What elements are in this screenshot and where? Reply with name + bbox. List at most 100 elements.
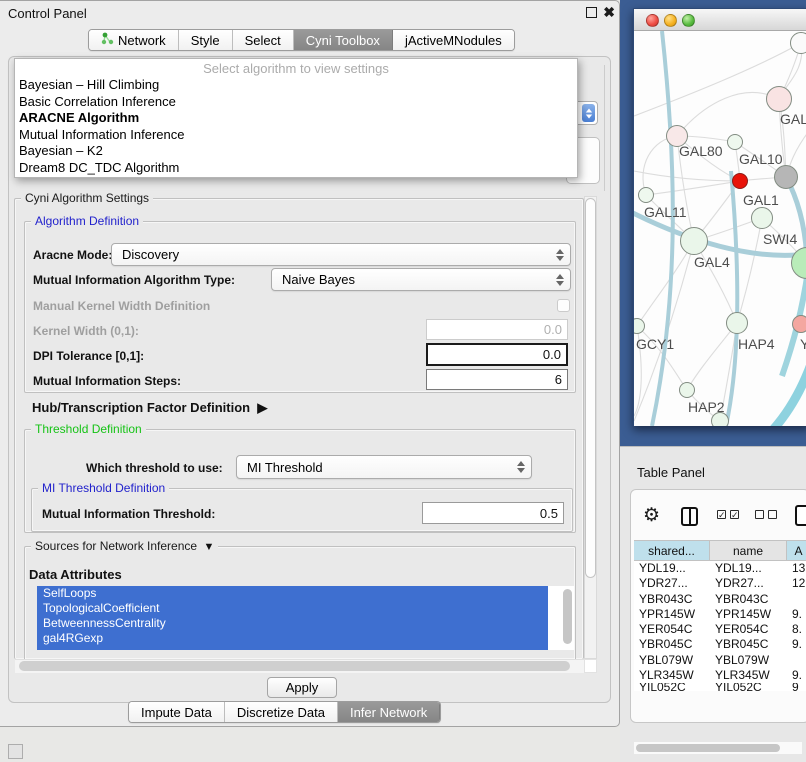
apply-button[interactable]: Apply xyxy=(267,677,337,698)
network-node-selected[interactable] xyxy=(732,173,748,189)
collapse-down-icon[interactable]: ▼ xyxy=(200,541,214,553)
network-node[interactable] xyxy=(679,382,695,398)
table-panel: Table Panel ⚙ ✓ ✓ shared... name A YDL19… xyxy=(620,446,806,762)
tab-network[interactable]: Network xyxy=(89,30,179,50)
kernel-width-label: Kernel Width (0,1): xyxy=(33,324,139,338)
tab-select[interactable]: Select xyxy=(233,30,294,50)
aracne-mode-combo[interactable]: Discovery xyxy=(111,243,571,266)
dropdown-item[interactable]: Basic Correlation Inference xyxy=(15,94,577,111)
node-label: HAP2 xyxy=(688,399,725,415)
network-window-titlebar[interactable] xyxy=(634,9,806,31)
network-node[interactable] xyxy=(766,86,792,112)
tab-jactivemnodules[interactable]: jActiveMNodules xyxy=(393,30,514,50)
mi-steps-field[interactable]: 6 xyxy=(426,369,568,390)
table-row[interactable]: YBR043CYBR043C xyxy=(634,592,806,607)
kernel-width-field[interactable]: 0.0 xyxy=(426,319,568,340)
expand-right-icon[interactable]: ▶ xyxy=(254,400,268,415)
table-header-row: shared... name A xyxy=(634,540,806,561)
dpi-tolerance-field[interactable]: 0.0 xyxy=(426,343,568,366)
node-label: GAL80 xyxy=(679,143,723,159)
network-node[interactable] xyxy=(751,207,773,229)
table-row[interactable]: YDL19...YDL19...13 xyxy=(634,561,806,576)
checked-box-icon[interactable]: ✓ xyxy=(730,510,739,519)
zoom-traffic-light-icon[interactable] xyxy=(682,14,695,27)
close-traffic-light-icon[interactable] xyxy=(646,14,659,27)
hub-definition-label[interactable]: Hub/Transcription Factor Definition ▶ xyxy=(32,400,267,416)
dropdown-item[interactable]: Mutual Information Inference xyxy=(15,127,577,144)
node-table: shared... name A YDL19...YDL19...13 YDR2… xyxy=(634,540,806,700)
network-node[interactable] xyxy=(638,187,654,203)
data-attributes-label: Data Attributes xyxy=(29,567,122,582)
table-row[interactable]: YLR345WYLR345W9. xyxy=(634,668,806,683)
list-item[interactable]: TopologicalCoefficient xyxy=(37,601,574,616)
sources-title[interactable]: Sources for Network Inference ▼ xyxy=(31,539,218,554)
network-node[interactable] xyxy=(774,165,798,189)
tab-style[interactable]: Style xyxy=(179,30,233,50)
tab-network-label: Network xyxy=(118,33,166,48)
threshold-definition-title: Threshold Definition xyxy=(31,422,146,436)
table-hscrollbar-thumb[interactable] xyxy=(636,744,780,752)
column-header-shared-name[interactable]: shared... xyxy=(634,541,710,560)
list-item[interactable]: SelfLoops xyxy=(37,586,574,601)
table-row-partial[interactable]: YIL052CYIL052C9 xyxy=(634,683,806,691)
dropdown-item[interactable]: Bayesian – Hill Climbing xyxy=(15,77,577,94)
unchecked-box-icon[interactable] xyxy=(755,510,764,519)
table-row[interactable]: YBL079WYBL079W xyxy=(634,653,806,668)
node-label: GAL xyxy=(780,111,806,127)
control-panel-titlebar: Control Panel ✖ xyxy=(0,1,619,27)
node-label: GCY1 xyxy=(636,336,674,352)
columns-icon[interactable] xyxy=(681,507,698,526)
settings-hscrollbar-thumb[interactable] xyxy=(19,661,570,671)
control-panel-window: Control Panel ✖ Network Style Select Cyn… xyxy=(0,0,620,727)
manual-kernel-width-checkbox[interactable] xyxy=(557,299,570,312)
data-attributes-list[interactable]: SelfLoops TopologicalCoefficient Between… xyxy=(37,586,574,650)
gear-icon[interactable]: ⚙ xyxy=(643,506,660,525)
network-node[interactable] xyxy=(726,312,748,334)
table-row[interactable]: YER054CYER054C8. xyxy=(634,622,806,637)
table-row[interactable]: YDR27...YDR27...12 xyxy=(634,576,806,591)
network-node[interactable] xyxy=(790,32,806,54)
table-row[interactable]: YPR145WYPR145W9. xyxy=(634,607,806,622)
network-canvas[interactable]: GAL GAL80 GAL10 GAL1 GAL11 SWI4 GAL4 GCY… xyxy=(634,31,806,426)
settings-vscrollbar-thumb[interactable] xyxy=(585,198,596,578)
column-header-partial[interactable]: A xyxy=(787,541,806,560)
sources-group: Sources for Network Inference ▼ Data Att… xyxy=(24,546,576,666)
mi-threshold-group: MI Threshold Definition Mutual Informati… xyxy=(31,488,573,532)
table-hscrollbar-track[interactable] xyxy=(634,742,802,754)
threshold-definition-group: Threshold Definition Which threshold to … xyxy=(24,429,576,533)
mi-steps-label: Mutual Information Steps: xyxy=(33,374,181,388)
column-header-name[interactable]: name xyxy=(710,541,787,560)
mi-threshold-field[interactable]: 0.5 xyxy=(422,502,564,524)
node-label: GAL4 xyxy=(694,254,730,270)
new-table-icon[interactable] xyxy=(795,505,806,526)
algorithm-definition-title: Algorithm Definition xyxy=(31,214,143,228)
network-icon xyxy=(101,32,114,48)
node-label: GAL11 xyxy=(644,204,687,220)
list-item[interactable]: BetweennessCentrality xyxy=(37,616,574,631)
list-scrollbar-thumb[interactable] xyxy=(563,589,572,644)
float-window-icon[interactable] xyxy=(586,7,597,18)
network-node[interactable] xyxy=(680,227,708,255)
dropdown-item[interactable]: Bayesian – K2 xyxy=(15,143,577,160)
which-threshold-combo[interactable]: MI Threshold xyxy=(236,455,532,479)
tab-impute-data[interactable]: Impute Data xyxy=(129,702,225,722)
tab-cyni-toolbox[interactable]: Cyni Toolbox xyxy=(294,30,393,50)
network-view-window[interactable]: GAL GAL80 GAL10 GAL1 GAL11 SWI4 GAL4 GCY… xyxy=(633,8,806,426)
list-item[interactable]: gal4RGexp xyxy=(37,631,574,646)
tab-infer-network[interactable]: Infer Network xyxy=(338,702,440,722)
mi-algorithm-type-label: Mutual Information Algorithm Type: xyxy=(33,273,235,287)
hidden-groupbox-edge xyxy=(604,65,605,191)
minimize-traffic-light-icon[interactable] xyxy=(664,14,677,27)
close-icon[interactable]: ✖ xyxy=(603,4,615,21)
dropdown-item[interactable]: Dream8 DC_TDC Algorithm xyxy=(15,160,577,177)
table-row[interactable]: YBR045CYBR045C9. xyxy=(634,637,806,652)
network-node[interactable] xyxy=(727,134,743,150)
unchecked-box-icon[interactable] xyxy=(768,510,777,519)
checked-box-icon[interactable]: ✓ xyxy=(717,510,726,519)
network-node[interactable] xyxy=(792,315,806,333)
mi-algorithm-type-combo[interactable]: Naive Bayes xyxy=(271,268,571,291)
tab-discretize-data[interactable]: Discretize Data xyxy=(225,702,338,722)
panel-grip[interactable] xyxy=(8,744,23,759)
dropdown-item-selected[interactable]: ARACNE Algorithm xyxy=(15,110,577,127)
node-label: GAL1 xyxy=(743,192,779,208)
